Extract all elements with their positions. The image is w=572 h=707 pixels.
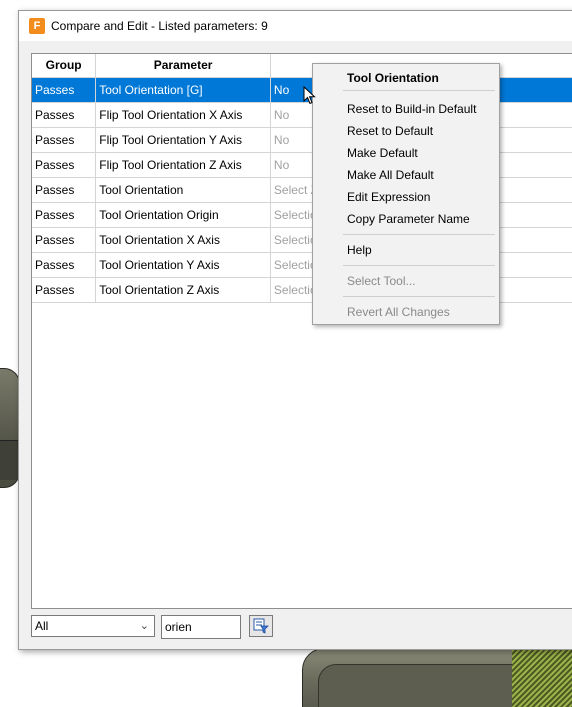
column-header-group[interactable]: Group [32,54,97,78]
menu-separator [343,90,495,91]
cell-parameter: Tool Orientation Y Axis [95,252,271,278]
menu-item-reset-build-in-default[interactable]: Reset to Build-in Default [347,102,476,116]
app-icon: F [29,18,45,34]
cell-parameter: Tool Orientation Z Axis [95,277,271,303]
cell-group: Passes [32,277,97,303]
cell-group: Passes [32,102,97,128]
cell-parameter: Flip Tool Orientation X Axis [95,102,271,128]
search-input[interactable] [161,615,241,639]
cell-parameter: Tool Orientation X Axis [95,227,271,253]
menu-item-select-tool: Select Tool... [347,274,416,288]
cell-group: Passes [32,152,97,178]
menu-item-make-all-default[interactable]: Make All Default [347,168,434,182]
cell-group: Passes [32,177,97,203]
cell-parameter: Tool Orientation [95,177,271,203]
column-header-parameter[interactable]: Parameter [95,54,271,78]
filter-icon [253,618,269,634]
cell-parameter: Tool Orientation Origin [95,202,271,228]
cell-parameter: Flip Tool Orientation Z Axis [95,152,271,178]
menu-separator [343,296,495,297]
menu-item-revert-all-changes: Revert All Changes [347,305,450,319]
filter-button[interactable] [249,615,273,637]
group-filter-select[interactable]: All ⌄ [31,615,155,637]
menu-separator [343,265,495,266]
cell-group: Passes [32,227,97,253]
context-menu: Tool Orientation Reset to Build-in Defau… [312,63,500,325]
menu-item-copy-parameter-name[interactable]: Copy Parameter Name [347,212,470,226]
cad-toolpath-mesh [512,650,572,707]
menu-separator [343,234,495,235]
cell-parameter: Flip Tool Orientation Y Axis [95,127,271,153]
chevron-down-icon: ⌄ [139,620,149,632]
cad-model-left-shadow [0,440,20,480]
cell-group: Passes [32,127,97,153]
group-filter-value: All [35,619,49,633]
dialog-title: Compare and Edit - Listed parameters: 9 [51,19,268,33]
menu-item-make-default[interactable]: Make Default [347,146,418,160]
cell-group: Passes [32,252,97,278]
cell-group: Passes [32,202,97,228]
menu-header: Tool Orientation [347,71,439,85]
dialog-titlebar[interactable]: F Compare and Edit - Listed parameters: … [19,11,572,41]
mouse-cursor-icon [303,86,316,105]
menu-item-reset-to-default[interactable]: Reset to Default [347,124,433,138]
cell-parameter: Tool Orientation [G] [95,77,271,103]
cell-group: Passes [32,77,97,103]
menu-item-edit-expression[interactable]: Edit Expression [347,190,430,204]
menu-item-help[interactable]: Help [347,243,372,257]
